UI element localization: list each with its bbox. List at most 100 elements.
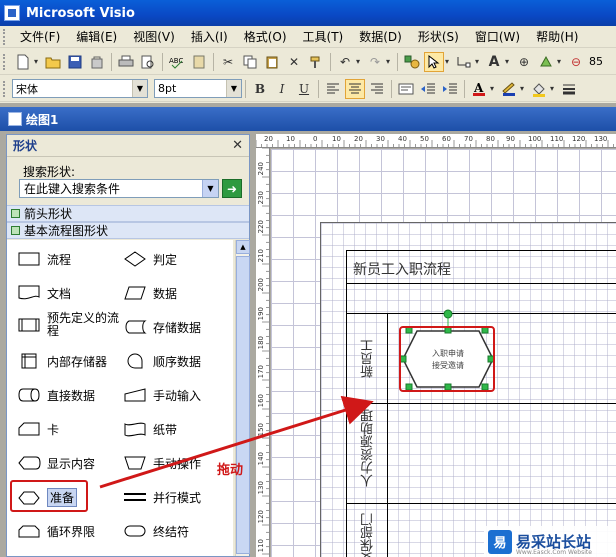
shape-stored-data[interactable]: 存储数据	[123, 318, 201, 336]
save-icon[interactable]	[65, 52, 85, 72]
fill-color-icon[interactable]	[529, 79, 549, 99]
connection-point-tool-icon[interactable]: ⊕	[514, 52, 534, 72]
menu-insert[interactable]: 插入(I)	[183, 27, 236, 47]
line-color-icon[interactable]	[499, 79, 519, 99]
text-tool-icon[interactable]: A	[484, 52, 504, 72]
menu-format[interactable]: 格式(O)	[236, 27, 295, 47]
underline-button[interactable]: U	[294, 79, 314, 99]
line-weight-icon[interactable]	[559, 79, 579, 99]
shape-card[interactable]: 卡	[17, 420, 59, 438]
shape-document[interactable]: 文档	[17, 284, 71, 302]
menu-file[interactable]: 文件(F)	[12, 27, 68, 47]
pointer-tool-icon[interactable]	[424, 51, 444, 72]
fill-color-dropdown-icon[interactable]: ▾	[550, 84, 558, 93]
font-color-icon[interactable]: A	[469, 79, 489, 99]
copy-icon[interactable]	[240, 52, 260, 72]
shape-paper-tape[interactable]: 纸带	[123, 420, 177, 438]
menu-shape[interactable]: 形状(S)	[410, 27, 467, 47]
shape-loop-limit[interactable]: 循环界限	[17, 522, 95, 540]
align-center-icon[interactable]	[345, 78, 365, 99]
font-size-combo[interactable]: 8pt ▼	[154, 79, 242, 98]
line-color-dropdown-icon[interactable]: ▾	[520, 84, 528, 93]
shape-terminator[interactable]: 终结符	[123, 522, 189, 540]
text-block-icon[interactable]	[396, 79, 416, 99]
cut-icon[interactable]: ✂	[218, 52, 238, 72]
new-dropdown-icon[interactable]: ▾	[34, 57, 42, 66]
bold-button[interactable]: B	[250, 79, 270, 99]
shape-direct-data[interactable]: 直接数据	[17, 386, 95, 404]
print-preview-icon[interactable]	[138, 52, 158, 72]
menu-edit[interactable]: 编辑(E)	[68, 27, 125, 47]
increase-indent-icon[interactable]	[440, 79, 460, 99]
undo-dropdown-icon[interactable]: ▾	[356, 57, 364, 66]
menu-window[interactable]: 窗口(W)	[467, 27, 528, 47]
lane-label-security[interactable]: 安保部门	[359, 513, 378, 557]
font-name-combo[interactable]: 宋体 ▼	[12, 79, 148, 98]
shape-sequential-data[interactable]: 顺序数据	[123, 352, 201, 370]
scroll-up-icon[interactable]: ▲	[236, 240, 250, 254]
shape-label: 存储数据	[153, 320, 202, 335]
scroll-thumb[interactable]	[236, 256, 250, 554]
delete-icon[interactable]: ✕	[284, 52, 304, 72]
lane-label-hr-assistant[interactable]: 人力资源助理	[359, 409, 378, 487]
text-dropdown-icon[interactable]: ▾	[505, 57, 513, 66]
shape-manual-operation[interactable]: 手动操作	[123, 454, 201, 472]
font-color-dropdown-icon[interactable]: ▾	[490, 84, 498, 93]
title-bar: Microsoft Visio	[0, 0, 616, 26]
shape-internal-storage[interactable]: 内部存储器	[17, 352, 107, 370]
redo-icon[interactable]: ↷	[365, 52, 385, 72]
print-icon[interactable]	[116, 52, 136, 72]
chevron-down-icon[interactable]: ▼	[132, 80, 147, 97]
stencil-tab-basic-flowchart[interactable]: 基本流程图形状	[7, 222, 249, 239]
connector-tool-icon[interactable]	[454, 52, 474, 72]
shape-list-scrollbar[interactable]: ▲	[235, 240, 250, 556]
toolbar-grip[interactable]	[3, 80, 7, 97]
chevron-down-icon[interactable]: ▼	[226, 80, 241, 97]
align-left-icon[interactable]	[323, 79, 343, 99]
format-painter-icon[interactable]	[306, 52, 326, 72]
window-title: Microsoft Visio	[26, 5, 135, 21]
shape-parallel-mode[interactable]: 并行模式	[123, 488, 201, 506]
new-icon[interactable]	[13, 52, 33, 72]
pointer-dropdown-icon[interactable]: ▾	[445, 57, 453, 66]
vertical-ruler[interactable]: 240 230 220 210 200 190 180 170 160 150 …	[256, 148, 270, 557]
horizontal-ruler[interactable]: 20 10 0 10 20 30 40 50 60 70 80 90 100 1…	[256, 134, 616, 148]
menu-view[interactable]: 视图(V)	[125, 27, 183, 47]
pool-title[interactable]: 新员工入职流程	[353, 259, 451, 279]
shape-predefined-process[interactable]: 预先定义的流程	[17, 312, 119, 338]
chevron-down-icon[interactable]: ▼	[202, 180, 218, 197]
menu-help[interactable]: 帮助(H)	[528, 27, 586, 47]
redo-dropdown-icon[interactable]: ▾	[386, 57, 394, 66]
permission-icon[interactable]	[87, 52, 107, 72]
zoom-value[interactable]: 85	[589, 55, 603, 68]
stamp-tool-icon[interactable]	[536, 52, 556, 72]
shape-process[interactable]: 流程	[17, 250, 71, 268]
connector-dropdown-icon[interactable]: ▾	[475, 57, 483, 66]
shape-display[interactable]: 显示内容	[17, 454, 95, 472]
menubar-grip[interactable]	[3, 28, 7, 45]
open-icon[interactable]	[43, 52, 63, 72]
shapes-window-icon[interactable]	[402, 52, 422, 72]
italic-button[interactable]: I	[272, 79, 292, 99]
stamp-dropdown-icon[interactable]: ▾	[557, 57, 565, 66]
undo-icon[interactable]: ↶	[335, 52, 355, 72]
menu-data[interactable]: 数据(D)	[351, 27, 410, 47]
toolbar-grip[interactable]	[3, 53, 7, 70]
swimlane-pool[interactable]: 新员工入职流程 新员工 人力资源助理 安保部门	[346, 250, 616, 557]
shape-manual-input[interactable]: 手动输入	[123, 386, 201, 404]
shape-decision[interactable]: 判定	[123, 250, 177, 268]
rotation-handle[interactable]	[443, 309, 453, 319]
lane-label-new-employee[interactable]: 新员工	[359, 339, 378, 378]
zoom-icon[interactable]: ⊖	[566, 52, 586, 72]
decrease-indent-icon[interactable]	[418, 79, 438, 99]
align-right-icon[interactable]	[367, 79, 387, 99]
shape-data[interactable]: 数据	[123, 284, 177, 302]
close-icon[interactable]: ✕	[232, 138, 243, 153]
search-go-button[interactable]: ➜	[222, 179, 242, 198]
menu-tools[interactable]: 工具(T)	[295, 27, 352, 47]
search-input[interactable]: 在此键入搜索条件 ▼	[19, 179, 219, 198]
paste-icon[interactable]	[262, 52, 282, 72]
spelling-icon[interactable]: ABC	[167, 52, 187, 72]
stencil-tab-arrows[interactable]: 箭头形状	[7, 205, 249, 222]
research-icon[interactable]	[189, 52, 209, 72]
